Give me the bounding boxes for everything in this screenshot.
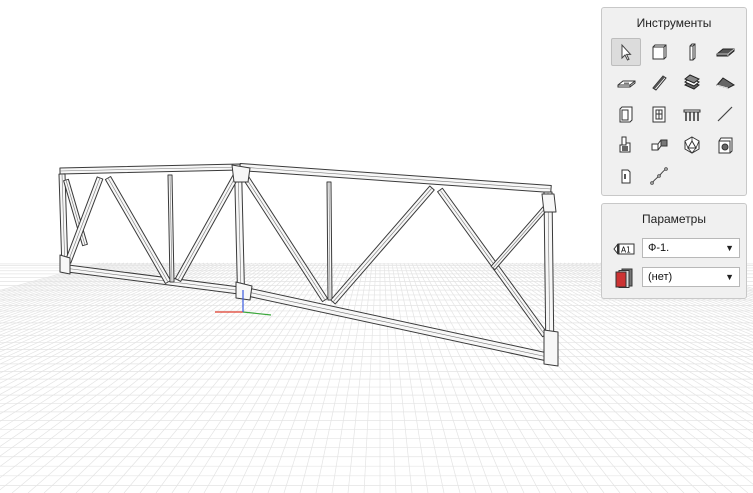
svg-text:A1: A1 [621,246,631,255]
connection-button[interactable] [611,131,641,159]
door-button[interactable] [644,100,674,128]
parameters-panel: Параметры A1 Ф-1. ▼ (нет) ▼ [601,203,747,299]
polyhedron-icon [684,136,700,154]
mark-select[interactable]: Ф-1. ▼ [642,238,740,258]
element-copy-icon [718,137,733,154]
line-button[interactable] [710,100,740,128]
railing-button[interactable] [677,100,707,128]
mark-row: A1 Ф-1. ▼ [612,238,742,260]
roof-button[interactable] [710,69,740,97]
profile-button[interactable] [611,162,641,190]
curve-button[interactable] [644,162,674,190]
profile-icon [621,169,631,184]
chevron-down-icon: ▼ [725,243,734,253]
material-select[interactable]: (нет) ▼ [642,267,740,287]
curve-icon [650,167,668,185]
select-tool-button[interactable] [611,38,641,66]
solid-box-icon [652,44,667,60]
material-row: (нет) ▼ [612,267,742,289]
mark-select-value: Ф-1. [648,242,670,254]
stair-button[interactable] [677,69,707,97]
beam-button[interactable] [644,69,674,97]
connection-icon [619,136,631,153]
railing-icon [683,109,701,121]
duct-button[interactable] [644,131,674,159]
plate-icon [617,80,636,88]
slab-icon [716,48,735,57]
select-tool-icon [621,43,632,61]
material-icon [615,268,633,288]
door-icon [652,106,666,123]
tools-panel-title: Инструменты [636,16,712,30]
chevron-down-icon: ▼ [725,272,734,282]
element-copy-button[interactable] [710,131,740,159]
parameters-panel-title: Параметры [642,212,706,226]
material-select-value: (нет) [648,271,673,283]
tools-panel: Инструменты [601,7,747,196]
stair-icon [684,74,700,90]
line-icon [717,106,733,122]
column-icon [689,43,696,61]
solid-box-button[interactable] [644,38,674,66]
duct-icon [651,139,668,151]
polyhedron-button[interactable] [677,131,707,159]
roof-icon [716,77,735,89]
column-button[interactable] [677,38,707,66]
beam-icon [652,75,667,91]
opening-button[interactable] [611,100,641,128]
mark-tag-icon: A1 [613,243,635,255]
slab-button[interactable] [710,38,740,66]
opening-icon [619,106,633,123]
plate-button[interactable] [611,69,641,97]
